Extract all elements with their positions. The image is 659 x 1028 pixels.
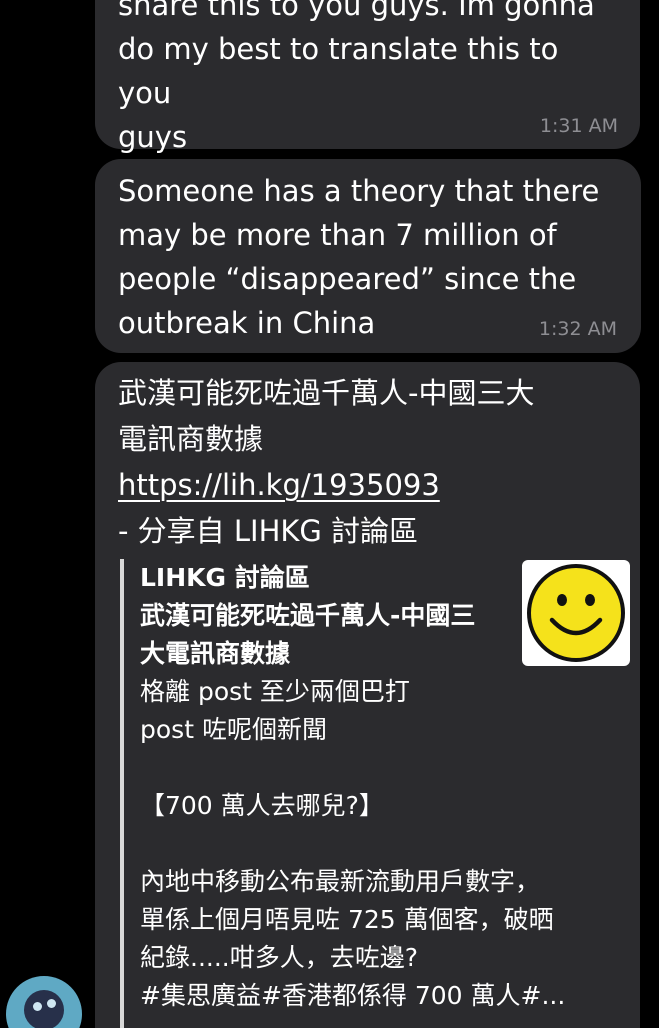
message-text: 武漢可能死咗過千萬人-中國三大 電訊商數據 <box>118 376 535 456</box>
link-preview[interactable]: LIHKG 討論區 武漢可能死咗過千萬人-中國三大電訊商數據 格離 post 至… <box>120 559 630 1028</box>
message-share-line: - 分享自 LIHKG 討論區 <box>118 514 419 548</box>
message-timestamp: 1:31 AM <box>539 115 618 137</box>
sender-avatar[interactable] <box>6 976 82 1028</box>
message-link[interactable]: https://lih.kg/1935093 <box>118 468 440 502</box>
message-link-line: https://lih.kg/1935093 <box>118 462 618 508</box>
message-bubble[interactable]: share this to you guys. Im gonna do my b… <box>95 0 640 154</box>
message-timestamp: 1:32 AM <box>538 318 617 340</box>
link-preview-description: 格離 post 至少兩個巴打 post 咗呢個新聞 【700 萬人去哪兒?】 內… <box>140 677 566 1010</box>
chat-view: share this to you guys. Im gonna do my b… <box>0 0 659 1028</box>
link-preview-title: 武漢可能死咗過千萬人-中國三大電訊商數據 <box>140 601 476 668</box>
link-message-bubble[interactable]: 武漢可能死咗過千萬人-中國三大 電訊商數據 https://lih.kg/193… <box>95 362 640 1028</box>
smiley-face-icon <box>527 564 625 662</box>
link-preview-thumbnail[interactable] <box>522 560 630 666</box>
message-bubble[interactable]: Someone has a theory that there may be m… <box>95 159 641 353</box>
avatar-figure-icon <box>24 990 64 1028</box>
